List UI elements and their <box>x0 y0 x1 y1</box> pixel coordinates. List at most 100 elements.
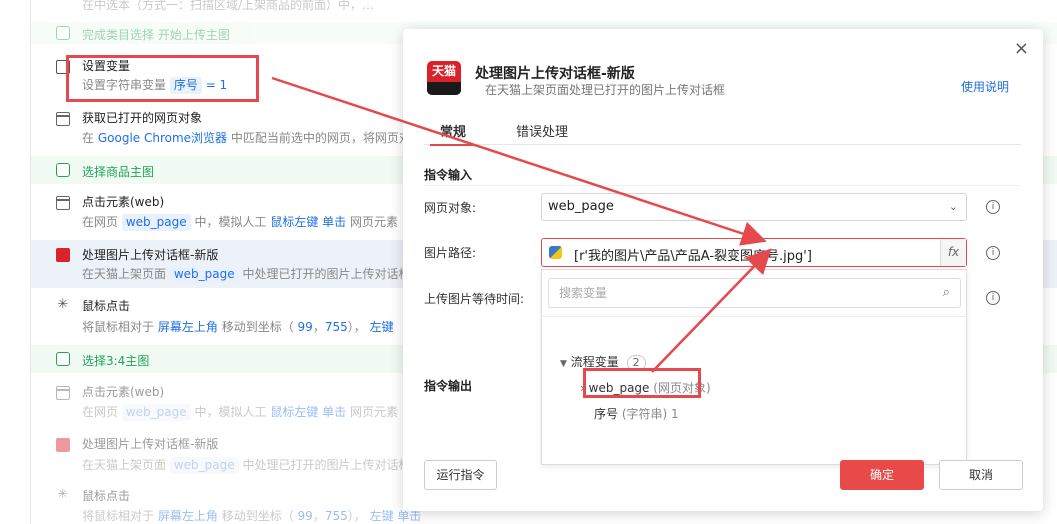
search-placeholder: 搜索变量 <box>559 286 608 300</box>
section-icon <box>56 163 70 177</box>
mouse-button: 鼠标左键 <box>270 405 319 419</box>
dialog-title: 处理图片上传对话框-新版 <box>475 66 635 82</box>
row-title: 点击元素(web) <box>82 195 165 209</box>
web-object-label: 网页对象: <box>424 201 477 215</box>
desc-text: 在网页 <box>82 215 119 229</box>
group-label: 流程变量 <box>570 355 619 369</box>
row-desc: 在天猫上架页面 web_page 中处理已打开的图片上传对话框 <box>82 456 410 474</box>
section-icon <box>56 352 70 366</box>
row-desc: 在天猫上架页面 web_page 中处理已打开的图片上传对话框 <box>82 265 410 283</box>
section-title: 选择商品主图 <box>82 165 155 179</box>
flow-row-partial[interactable]: 在中选本（方式一：扫描区域/上架商品的前面）中，… <box>31 0 1057 14</box>
run-command-button[interactable]: 运行指令 <box>424 460 497 490</box>
coord-y: 755 <box>324 320 348 334</box>
row-desc: 在网页 web_page 中，模拟人工 鼠标左键 单击 网页元素 <box>82 213 398 231</box>
row-title: 处理图片上传对话框-新版 <box>82 437 219 451</box>
desc-text: ， <box>312 509 325 523</box>
tree-item-xuhao[interactable]: 序号 (字符串) 1 <box>594 405 679 422</box>
tmall-icon <box>56 438 70 452</box>
mouse-click-icon: ✳ <box>57 297 69 312</box>
page-chip: web_page <box>121 214 191 231</box>
item-name: 序号 <box>594 407 619 421</box>
desc-text: 将鼠标相对于 <box>82 320 155 334</box>
row-desc: 将鼠标相对于 屏幕左上角 移动到坐标（ 99，755）， 左键 <box>82 318 394 335</box>
row-title: 点击元素(web) <box>82 385 165 399</box>
logo-face <box>427 82 461 95</box>
desc-text: ）， <box>347 320 366 334</box>
variable-search-input[interactable]: 搜索变量 ⌕ <box>548 278 961 308</box>
row-desc: 在网页 web_page 中，模拟人工 鼠标左键 单击 网页元素 <box>82 403 398 421</box>
image-path-label: 图片路径: <box>424 246 477 260</box>
item-value: 1 <box>671 407 679 421</box>
web-object-value: web_page <box>548 199 614 214</box>
mouse-button: 左键 <box>369 509 394 523</box>
annotation-box-set-var <box>66 55 259 102</box>
click-action: 单击 <box>397 509 422 523</box>
output-section-title: 指令输出 <box>424 379 473 393</box>
anchor-text: 屏幕左上角 <box>157 320 218 334</box>
desc-text: 网页元素 <box>350 215 399 229</box>
row-title: 鼠标点击 <box>82 299 131 313</box>
image-path-value: [r'我的图片\产品\产品A-裂变图序号.jpg'] <box>574 249 812 264</box>
tab-general[interactable]: 常规 <box>429 121 477 146</box>
desc-text: 中，模拟人工 <box>194 215 267 229</box>
desc-text: ）， <box>347 509 366 523</box>
desc-text: 移动到坐标（ <box>221 509 294 523</box>
desc-text: 移动到坐标（ <box>221 320 294 334</box>
item-type: (字符串) <box>621 407 668 421</box>
mouse-button: 左键 <box>369 320 394 334</box>
info-icon[interactable]: i <box>986 291 1000 305</box>
browser-icon <box>56 112 70 126</box>
desc-text: 中匹配当前选中的网页，将网页对 <box>230 131 411 145</box>
python-icon <box>549 246 562 259</box>
mouse-click-icon: ✳ <box>57 487 69 502</box>
section-title: 完成类目选择 开始上传主图 <box>82 28 230 42</box>
click-web-icon <box>56 386 70 400</box>
caret-down-icon: ▼ <box>560 359 567 369</box>
row-title: 鼠标点击 <box>82 489 131 503</box>
coord-x: 99 <box>297 320 313 334</box>
web-object-select[interactable]: web_page ⌄ <box>541 193 967 221</box>
desc-text: 在网页 <box>82 405 119 419</box>
confirm-button[interactable]: 确定 <box>840 460 924 490</box>
row-desc: 在 Google Chrome浏览器 中匹配当前选中的网页，将网页对 <box>82 129 411 146</box>
row-title: 处理图片上传对话框-新版 <box>82 248 219 262</box>
divider <box>424 185 1021 186</box>
desc-text: 在天猫上架页面 <box>82 458 167 472</box>
close-icon[interactable]: × <box>1014 39 1029 59</box>
variable-dropdown: 搜索变量 ⌕ ▼ 流程变量 2 › web_page (网页对象) 序号 (字符… <box>541 269 967 465</box>
desc-text: 在天猫上架页面 <box>82 267 167 281</box>
page-chip: web_page <box>121 404 191 421</box>
mouse-button: 鼠标左键 <box>270 215 319 229</box>
divider <box>542 316 966 317</box>
annotation-box-var-item <box>583 368 701 398</box>
row-desc: 将鼠标相对于 屏幕左上角 移动到坐标（ 99，755）， 左键 单击 <box>82 507 421 524</box>
tmall-icon <box>56 248 70 262</box>
desc-text: ， <box>312 320 325 334</box>
dialog-subtitle: 在天猫上架页面处理已打开的图片上传对话框 <box>485 83 726 97</box>
row-desc: 在中选本（方式一：扫描区域/上架商品的前面）中，… <box>82 0 375 12</box>
click-action: 单击 <box>322 215 347 229</box>
desc-text: 在 <box>82 131 95 145</box>
coord-x: 99 <box>297 509 313 523</box>
desc-text: 将鼠标相对于 <box>82 509 155 523</box>
info-icon[interactable]: i <box>986 200 1000 214</box>
image-path-input[interactable]: [r'我的图片\产品\产品A-裂变图序号.jpg'] fx <box>541 238 967 267</box>
info-icon[interactable]: i <box>986 246 1000 260</box>
upload-dialog: × 天猫 处理图片上传对话框-新版 在天猫上架页面处理已打开的图片上传对话框 使… <box>403 29 1043 511</box>
cancel-button[interactable]: 取消 <box>939 460 1023 490</box>
search-icon: ⌕ <box>942 285 950 300</box>
section-title: 选择3:4主图 <box>82 354 150 368</box>
fx-button[interactable]: fx <box>940 239 966 266</box>
browser-name: Google Chrome浏览器 <box>97 131 228 145</box>
input-section-title: 指令输入 <box>424 168 473 182</box>
click-action: 单击 <box>322 405 347 419</box>
chevron-down-icon: ⌄ <box>948 200 958 213</box>
page-chip: web_page <box>169 457 239 474</box>
desc-text: 中处理已打开的图片上传对话框 <box>242 458 411 472</box>
tab-error-handling[interactable]: 错误处理 <box>516 121 568 145</box>
desc-text: 中，模拟人工 <box>194 405 267 419</box>
section-icon <box>56 26 70 40</box>
row-title: 获取已打开的网页对象 <box>82 111 203 125</box>
help-link[interactable]: 使用说明 <box>961 78 1009 95</box>
